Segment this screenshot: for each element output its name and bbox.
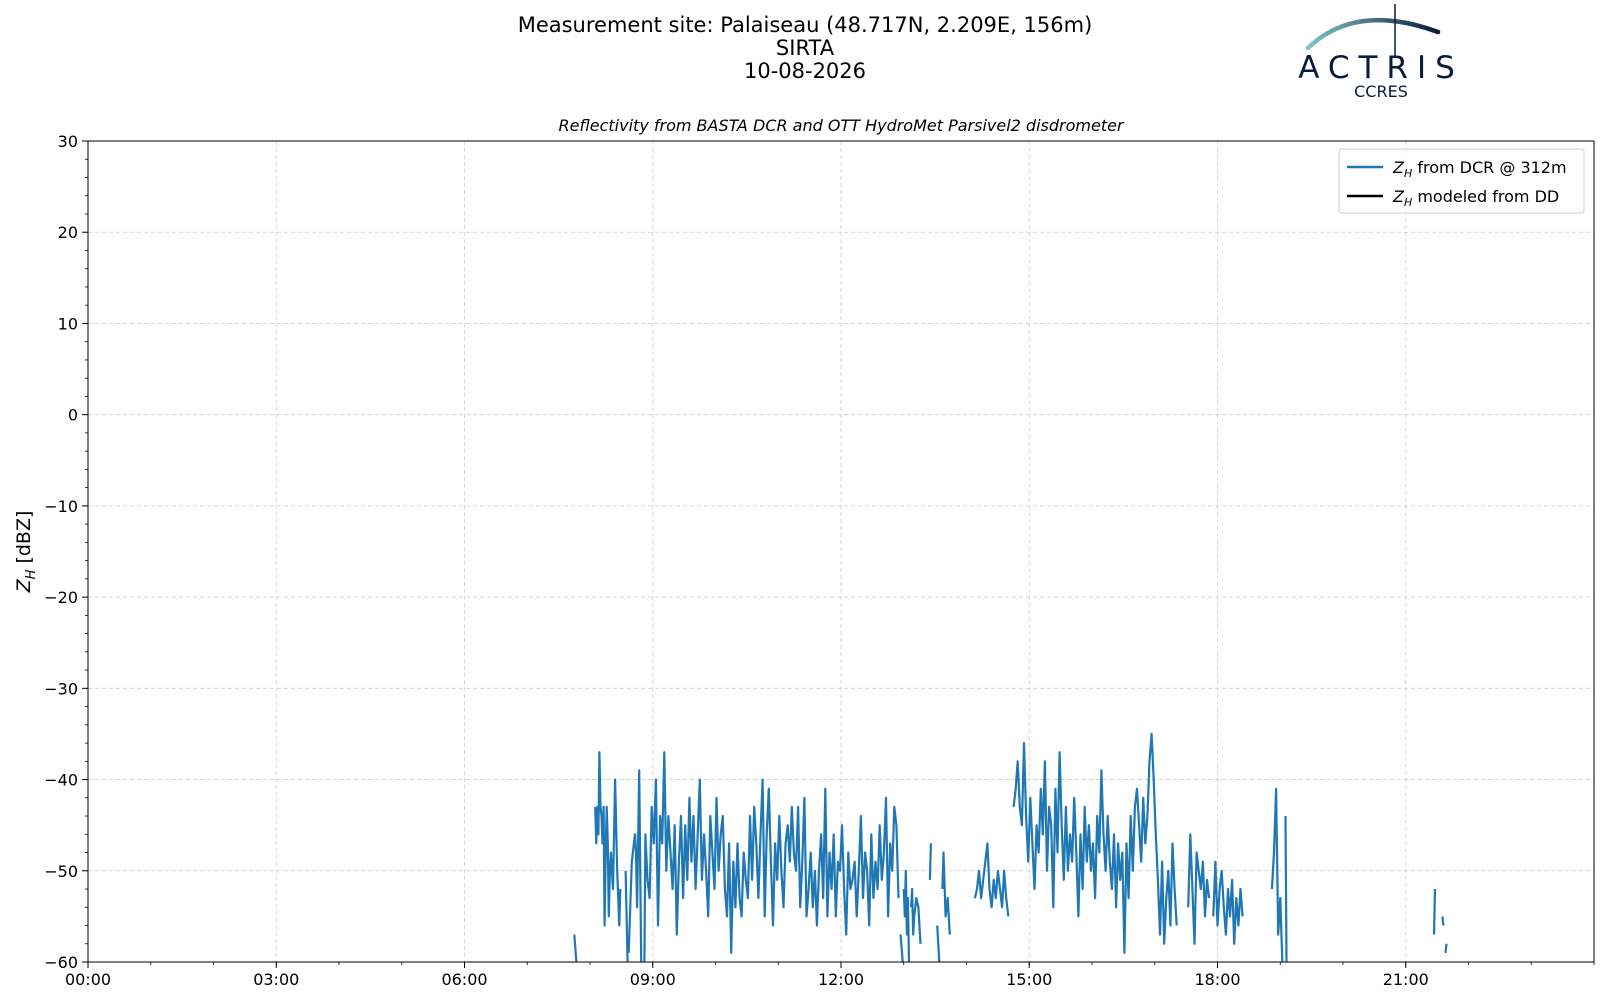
series-0-line xyxy=(573,934,578,962)
legend: ZH from DCR @ 312m ZH modeled from DD xyxy=(1338,148,1585,214)
y-tick-label: 20 xyxy=(58,223,78,242)
x-tick-label: 00:00 xyxy=(65,970,111,989)
series-0-line xyxy=(1212,860,1244,945)
series-0-line xyxy=(1284,815,1288,962)
series-0-line xyxy=(1270,787,1284,962)
y-tick-label: −40 xyxy=(44,771,78,790)
series-0-line xyxy=(936,925,941,962)
y-tick-label: −10 xyxy=(44,497,78,516)
series-0-line xyxy=(624,870,629,962)
y-axis-label: ZH [dBZ] xyxy=(13,511,39,594)
x-tick-label: 12:00 xyxy=(818,970,864,989)
series-0-line xyxy=(973,842,1010,917)
series-0-line xyxy=(902,869,911,962)
series-0-line xyxy=(1432,888,1437,935)
series-0-line xyxy=(928,843,932,880)
y-tick-label: 10 xyxy=(58,314,78,333)
series-0-line xyxy=(1444,943,1448,954)
x-tick-label: 21:00 xyxy=(1383,970,1429,989)
legend-label: ZH modeled from DD xyxy=(1392,187,1559,209)
series-0-line xyxy=(941,851,951,935)
series-0-line xyxy=(627,769,643,962)
x-tick-label: 03:00 xyxy=(253,970,299,989)
y-tick-label: 0 xyxy=(68,406,78,425)
series-0-line xyxy=(1012,732,1178,955)
reflectivity-chart: 00:00 03:00 06:00 09:00 12:00 15:00 18:00 21:00… xyxy=(13,132,1595,989)
x-tick-label: 09:00 xyxy=(630,970,676,989)
x-tick-label: 06:00 xyxy=(441,970,487,989)
series-0-line xyxy=(594,751,622,927)
y-tick-label: 30 xyxy=(58,132,78,151)
y-tick-label: −60 xyxy=(44,953,78,972)
series-0-line xyxy=(910,887,922,944)
y-tick-label: −30 xyxy=(44,679,78,698)
x-tick-label: 18:00 xyxy=(1194,970,1240,989)
series-0-line xyxy=(643,751,900,962)
y-tick-label: −50 xyxy=(44,862,78,881)
series-0-line xyxy=(1441,916,1445,926)
plot-area xyxy=(573,732,1448,962)
x-tick-label: 15:00 xyxy=(1006,970,1052,989)
y-tick-label: −20 xyxy=(44,588,78,607)
series-0-line xyxy=(899,934,904,962)
series-0-line xyxy=(1187,833,1211,945)
legend-label: ZH from DCR @ 312m xyxy=(1392,158,1567,180)
